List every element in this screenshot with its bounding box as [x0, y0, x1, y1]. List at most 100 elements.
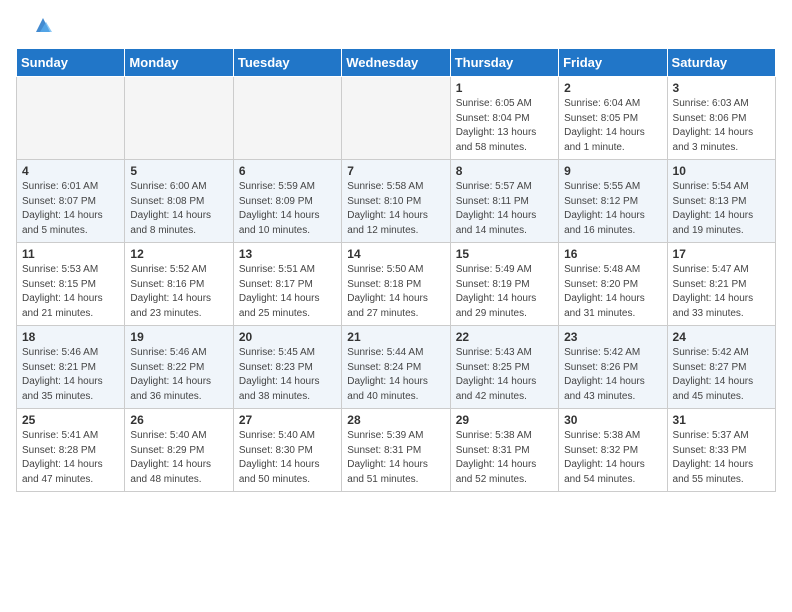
calendar-cell: 27 Sunrise: 5:40 AM Sunset: 8:30 PM Dayli…	[233, 409, 341, 492]
calendar-cell: 17 Sunrise: 5:47 AM Sunset: 8:21 PM Dayli…	[667, 243, 775, 326]
day-number: 13	[239, 247, 336, 261]
day-number: 29	[456, 413, 553, 427]
calendar-cell	[342, 77, 450, 160]
day-info: Sunrise: 5:46 AM Sunset: 8:21 PM Dayligh…	[22, 346, 119, 404]
day-info: Sunrise: 5:57 AM Sunset: 8:11 PM Dayligh…	[456, 180, 553, 238]
day-info: Sunrise: 5:37 AM Sunset: 8:33 PM Dayligh…	[673, 429, 770, 487]
calendar-cell: 22Sunrise: 5:43 AM Sunset: 8:25 PM Dayli…	[450, 326, 558, 409]
day-info: Sunrise: 5:43 AM Sunset: 8:25 PM Dayligh…	[456, 346, 553, 404]
day-number: 4	[22, 164, 119, 178]
day-number: 14	[347, 247, 444, 261]
day-number: 27	[239, 413, 336, 427]
day-number: 7	[347, 164, 444, 178]
day-info: Sunrise: 6:05 AM Sunset: 8:04 PM Dayligh…	[456, 97, 553, 155]
calendar-cell: 30Sunrise: 5:38 AM Sunset: 8:32 PM Dayli…	[559, 409, 667, 492]
day-info: Sunrise: 6:00 AM Sunset: 8:08 PM Dayligh…	[130, 180, 227, 238]
calendar-week-2: 4 Sunrise: 6:01 AM Sunset: 8:07 PM Daylig…	[17, 160, 776, 243]
day-info: Sunrise: 5:46 AM Sunset: 8:22 PM Dayligh…	[130, 346, 227, 404]
day-info: Sunrise: 5:44 AM Sunset: 8:24 PM Dayligh…	[347, 346, 444, 404]
day-number: 1	[456, 81, 553, 95]
day-info: Sunrise: 5:47 AM Sunset: 8:21 PM Dayligh…	[673, 263, 770, 321]
day-number: 23	[564, 330, 661, 344]
day-number: 21	[347, 330, 444, 344]
calendar-cell: 25 Sunrise: 5:41 AM Sunset: 8:28 PM Dayli…	[17, 409, 125, 492]
day-header-friday: Friday	[559, 49, 667, 77]
day-info: Sunrise: 5:55 AM Sunset: 8:12 PM Dayligh…	[564, 180, 661, 238]
calendar-cell: 18 Sunrise: 5:46 AM Sunset: 8:21 PM Dayli…	[17, 326, 125, 409]
day-number: 19	[130, 330, 227, 344]
day-info: Sunrise: 5:40 AM Sunset: 8:29 PM Dayligh…	[130, 429, 227, 487]
calendar-cell: 7Sunrise: 5:58 AM Sunset: 8:10 PM Daylig…	[342, 160, 450, 243]
day-info: Sunrise: 5:51 AM Sunset: 8:17 PM Dayligh…	[239, 263, 336, 321]
calendar-week-1: 1 Sunrise: 6:05 AM Sunset: 8:04 PM Daylig…	[17, 77, 776, 160]
page-header	[0, 0, 792, 40]
day-number: 16	[564, 247, 661, 261]
calendar-cell: 12 Sunrise: 5:52 AM Sunset: 8:16 PM Dayli…	[125, 243, 233, 326]
calendar-cell: 11 Sunrise: 5:53 AM Sunset: 8:15 PM Dayli…	[17, 243, 125, 326]
calendar-cell: 24 Sunrise: 5:42 AM Sunset: 8:27 PM Dayli…	[667, 326, 775, 409]
day-info: Sunrise: 5:52 AM Sunset: 8:16 PM Dayligh…	[130, 263, 227, 321]
day-info: Sunrise: 5:50 AM Sunset: 8:18 PM Dayligh…	[347, 263, 444, 321]
day-info: Sunrise: 5:53 AM Sunset: 8:15 PM Dayligh…	[22, 263, 119, 321]
day-number: 15	[456, 247, 553, 261]
day-info: Sunrise: 6:03 AM Sunset: 8:06 PM Dayligh…	[673, 97, 770, 155]
day-header-wednesday: Wednesday	[342, 49, 450, 77]
logo-icon	[32, 14, 54, 36]
calendar-week-5: 25 Sunrise: 5:41 AM Sunset: 8:28 PM Dayli…	[17, 409, 776, 492]
day-number: 9	[564, 164, 661, 178]
day-number: 25	[22, 413, 119, 427]
calendar-cell: 14 Sunrise: 5:50 AM Sunset: 8:18 PM Dayli…	[342, 243, 450, 326]
calendar-cell	[125, 77, 233, 160]
calendar-cell: 20 Sunrise: 5:45 AM Sunset: 8:23 PM Dayli…	[233, 326, 341, 409]
day-number: 8	[456, 164, 553, 178]
day-number: 3	[673, 81, 770, 95]
calendar-cell	[233, 77, 341, 160]
calendar-cell: 10 Sunrise: 5:54 AM Sunset: 8:13 PM Dayli…	[667, 160, 775, 243]
day-info: Sunrise: 6:01 AM Sunset: 8:07 PM Dayligh…	[22, 180, 119, 238]
day-number: 20	[239, 330, 336, 344]
day-header-monday: Monday	[125, 49, 233, 77]
calendar-cell: 3 Sunrise: 6:03 AM Sunset: 8:06 PM Daylig…	[667, 77, 775, 160]
calendar-cell: 13 Sunrise: 5:51 AM Sunset: 8:17 PM Dayli…	[233, 243, 341, 326]
calendar-cell: 23Sunrise: 5:42 AM Sunset: 8:26 PM Dayli…	[559, 326, 667, 409]
day-info: Sunrise: 5:45 AM Sunset: 8:23 PM Dayligh…	[239, 346, 336, 404]
day-info: Sunrise: 5:39 AM Sunset: 8:31 PM Dayligh…	[347, 429, 444, 487]
logo	[30, 18, 54, 36]
calendar-cell: 26 Sunrise: 5:40 AM Sunset: 8:29 PM Dayli…	[125, 409, 233, 492]
day-info: Sunrise: 5:59 AM Sunset: 8:09 PM Dayligh…	[239, 180, 336, 238]
day-number: 6	[239, 164, 336, 178]
calendar-cell: 19 Sunrise: 5:46 AM Sunset: 8:22 PM Dayli…	[125, 326, 233, 409]
day-number: 10	[673, 164, 770, 178]
day-number: 24	[673, 330, 770, 344]
calendar-table: SundayMondayTuesdayWednesdayThursdayFrid…	[16, 48, 776, 492]
calendar-cell: 1 Sunrise: 6:05 AM Sunset: 8:04 PM Daylig…	[450, 77, 558, 160]
day-number: 5	[130, 164, 227, 178]
calendar-cell	[17, 77, 125, 160]
calendar-cell: 15 Sunrise: 5:49 AM Sunset: 8:19 PM Dayli…	[450, 243, 558, 326]
day-info: Sunrise: 5:41 AM Sunset: 8:28 PM Dayligh…	[22, 429, 119, 487]
day-info: Sunrise: 5:48 AM Sunset: 8:20 PM Dayligh…	[564, 263, 661, 321]
calendar-cell: 16 Sunrise: 5:48 AM Sunset: 8:20 PM Dayli…	[559, 243, 667, 326]
day-info: Sunrise: 5:40 AM Sunset: 8:30 PM Dayligh…	[239, 429, 336, 487]
day-number: 18	[22, 330, 119, 344]
day-header-thursday: Thursday	[450, 49, 558, 77]
calendar-cell: 9 Sunrise: 5:55 AM Sunset: 8:12 PM Daylig…	[559, 160, 667, 243]
day-info: Sunrise: 5:49 AM Sunset: 8:19 PM Dayligh…	[456, 263, 553, 321]
day-number: 26	[130, 413, 227, 427]
day-number: 28	[347, 413, 444, 427]
calendar-cell: 6 Sunrise: 5:59 AM Sunset: 8:09 PM Daylig…	[233, 160, 341, 243]
day-info: Sunrise: 5:54 AM Sunset: 8:13 PM Dayligh…	[673, 180, 770, 238]
day-header-sunday: Sunday	[17, 49, 125, 77]
calendar-cell: 2Sunrise: 6:04 AM Sunset: 8:05 PM Daylig…	[559, 77, 667, 160]
day-number: 17	[673, 247, 770, 261]
day-number: 12	[130, 247, 227, 261]
calendar-header-row: SundayMondayTuesdayWednesdayThursdayFrid…	[17, 49, 776, 77]
day-number: 31	[673, 413, 770, 427]
calendar-week-4: 18 Sunrise: 5:46 AM Sunset: 8:21 PM Dayli…	[17, 326, 776, 409]
calendar-cell: 21 Sunrise: 5:44 AM Sunset: 8:24 PM Dayli…	[342, 326, 450, 409]
day-info: Sunrise: 5:42 AM Sunset: 8:27 PM Dayligh…	[673, 346, 770, 404]
day-info: Sunrise: 5:38 AM Sunset: 8:32 PM Dayligh…	[564, 429, 661, 487]
day-number: 11	[22, 247, 119, 261]
calendar-cell: 28 Sunrise: 5:39 AM Sunset: 8:31 PM Dayli…	[342, 409, 450, 492]
calendar-cell: 31 Sunrise: 5:37 AM Sunset: 8:33 PM Dayli…	[667, 409, 775, 492]
